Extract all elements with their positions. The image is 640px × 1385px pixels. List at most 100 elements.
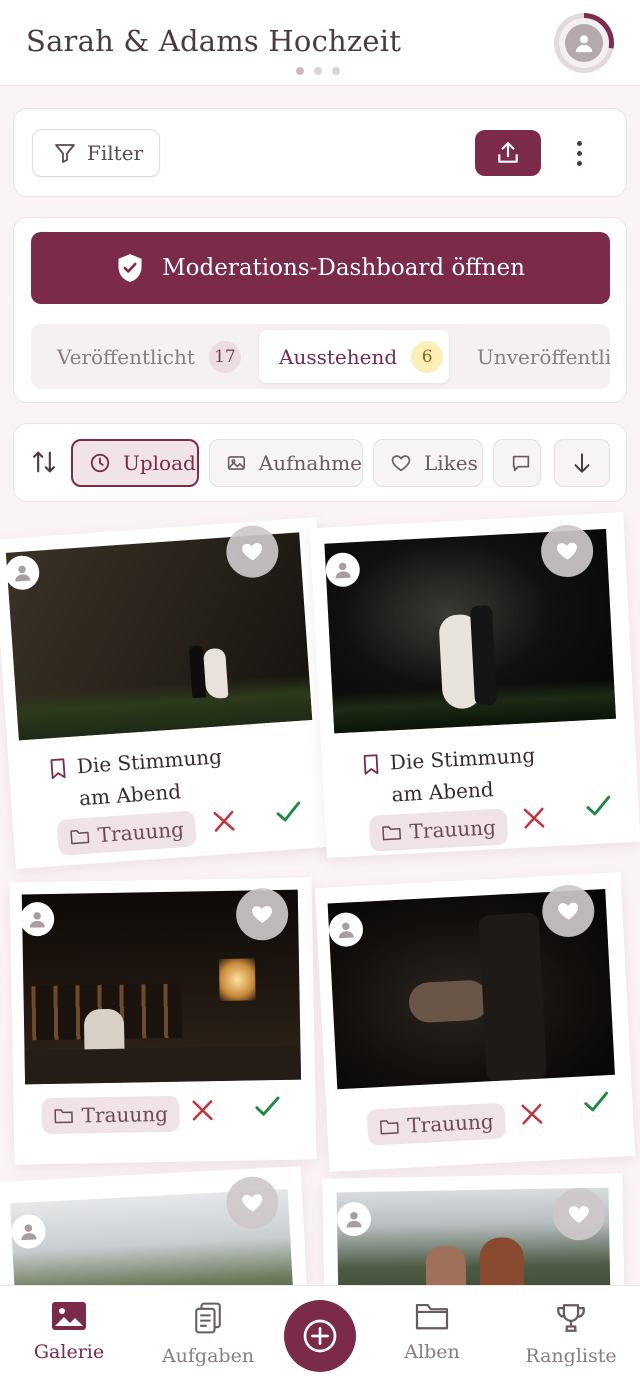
reject-button[interactable] bbox=[208, 805, 240, 841]
sort-chip-comments[interactable] bbox=[493, 439, 541, 487]
sort-chip-aufnahme[interactable]: Aufnahme bbox=[209, 439, 363, 487]
nav-label: Alben bbox=[404, 1341, 460, 1363]
photo-card[interactable]: Die Stimmung am Abend Trauung bbox=[0, 517, 340, 869]
moderation-card: Moderations-Dashboard öffnen Veröffentli… bbox=[13, 217, 627, 403]
chip-label: Likes bbox=[424, 451, 478, 475]
nav-item-galerie[interactable]: Galerie bbox=[5, 1286, 133, 1385]
nav-label: Rangliste bbox=[525, 1345, 617, 1367]
heart-icon bbox=[242, 543, 263, 561]
filter-icon bbox=[55, 144, 75, 163]
app-header: Sarah & Adams Hochzeit bbox=[0, 0, 640, 86]
tab-label: Ausstehend bbox=[279, 344, 398, 369]
check-icon bbox=[255, 1096, 280, 1116]
tab-label: Unveröffentlic bbox=[477, 344, 610, 369]
carousel-dot bbox=[314, 67, 322, 75]
plus-circle-icon bbox=[303, 1319, 337, 1353]
tab-label: Veröffentlicht bbox=[57, 344, 195, 369]
nav-item-aufgaben[interactable]: Aufgaben bbox=[144, 1286, 272, 1385]
clipboard-icon bbox=[195, 1302, 221, 1334]
image-icon bbox=[227, 456, 245, 470]
filter-label: Filter bbox=[87, 141, 144, 165]
check-icon bbox=[276, 801, 301, 822]
sort-order-toggle[interactable] bbox=[30, 448, 58, 480]
album-label: Trauung bbox=[81, 1101, 169, 1128]
user-icon bbox=[335, 562, 351, 579]
close-icon bbox=[521, 1103, 543, 1125]
heart-icon bbox=[252, 906, 273, 923]
nav-item-rangliste[interactable]: Rangliste bbox=[507, 1286, 635, 1385]
caption-text: Die Stimmung am Abend bbox=[76, 744, 223, 811]
carousel-indicator bbox=[296, 67, 340, 75]
user-icon bbox=[565, 24, 603, 62]
heart-icon bbox=[568, 1205, 589, 1223]
heart-icon bbox=[242, 1194, 263, 1212]
user-icon bbox=[29, 912, 45, 928]
nav-item-alben[interactable]: Alben bbox=[368, 1286, 496, 1385]
chip-label: Upload bbox=[123, 451, 196, 475]
photo-caption: Die Stimmung am Abend bbox=[361, 737, 574, 812]
tab-unveroeffentlicht[interactable]: Unveröffentlic bbox=[459, 330, 610, 383]
bottom-navigation: Galerie Aufgaben Alben Rangliste bbox=[0, 1285, 640, 1385]
carousel-dot bbox=[296, 67, 304, 75]
add-photo-button[interactable] bbox=[284, 1300, 356, 1372]
chip-label: Aufnahme bbox=[258, 451, 362, 475]
album-label: Trauung bbox=[408, 815, 497, 844]
tab-veroeffentlicht[interactable]: Veröffentlicht 17 bbox=[39, 330, 241, 383]
reject-button[interactable] bbox=[518, 802, 550, 838]
upload-icon bbox=[498, 142, 518, 163]
folder-icon bbox=[415, 1304, 449, 1330]
photo-card[interactable]: Die Stimmung am Abend Trauung bbox=[309, 512, 640, 858]
heart-icon bbox=[391, 455, 411, 472]
nav-label: Galerie bbox=[33, 1341, 105, 1363]
album-tag[interactable]: Trauung bbox=[56, 810, 198, 856]
close-icon bbox=[213, 810, 235, 832]
photo-caption: Die Stimmung am Abend bbox=[48, 738, 262, 816]
check-icon bbox=[584, 1091, 609, 1112]
reject-button[interactable] bbox=[516, 1098, 548, 1134]
arrow-down-icon bbox=[574, 453, 590, 473]
folder-icon bbox=[379, 1120, 399, 1135]
shield-check-icon bbox=[118, 254, 142, 282]
trophy-icon bbox=[557, 1304, 585, 1332]
user-icon bbox=[21, 1224, 37, 1241]
page-title: Sarah & Adams Hochzeit bbox=[26, 24, 402, 58]
check-icon bbox=[586, 795, 611, 816]
approve-button[interactable] bbox=[582, 789, 616, 827]
count-badge: 17 bbox=[208, 340, 241, 373]
sort-chip-upload[interactable]: Upload bbox=[71, 439, 199, 487]
sort-direction-button[interactable] bbox=[554, 439, 610, 487]
album-tag[interactable]: Trauung bbox=[368, 808, 509, 852]
heart-icon bbox=[556, 542, 577, 560]
swap-vertical-icon bbox=[33, 451, 55, 473]
more-vertical-icon[interactable] bbox=[564, 133, 594, 173]
moderation-dashboard-button[interactable]: Moderations-Dashboard öffnen bbox=[31, 232, 610, 304]
tab-ausstehend[interactable]: Ausstehend 6 bbox=[259, 330, 449, 383]
album-label: Trauung bbox=[96, 817, 185, 848]
user-icon bbox=[15, 565, 31, 582]
comment-icon bbox=[512, 455, 530, 472]
profile-avatar-button[interactable] bbox=[554, 13, 614, 73]
filter-button[interactable]: Filter bbox=[32, 129, 160, 177]
photo-card[interactable]: Trauung bbox=[314, 872, 636, 1172]
user-icon bbox=[346, 1212, 362, 1228]
moderation-tabs: Veröffentlicht 17 Ausstehend 6 Unveröffe… bbox=[31, 324, 610, 389]
sort-chip-likes[interactable]: Likes bbox=[373, 439, 483, 487]
sort-bar: Upload Aufnahme Likes bbox=[13, 423, 627, 502]
bookmark-icon bbox=[363, 754, 379, 775]
toolbar-card: Filter bbox=[13, 108, 627, 197]
upload-button[interactable] bbox=[475, 130, 541, 176]
approve-button[interactable] bbox=[251, 1090, 284, 1127]
caption-text: Die Stimmung am Abend bbox=[389, 742, 536, 807]
folder-icon bbox=[70, 829, 90, 845]
album-tag[interactable]: Trauung bbox=[366, 1102, 507, 1146]
user-icon bbox=[338, 922, 354, 939]
reject-button[interactable] bbox=[187, 1095, 218, 1130]
moderation-dashboard-label: Moderations-Dashboard öffnen bbox=[162, 255, 525, 281]
folder-icon bbox=[54, 1109, 73, 1124]
carousel-dot bbox=[332, 67, 340, 75]
album-tag[interactable]: Trauung bbox=[41, 1095, 181, 1135]
gallery-icon bbox=[52, 1302, 86, 1330]
approve-button[interactable] bbox=[580, 1085, 614, 1123]
approve-button[interactable] bbox=[272, 795, 306, 833]
photo-card[interactable]: Trauung bbox=[9, 877, 317, 1165]
